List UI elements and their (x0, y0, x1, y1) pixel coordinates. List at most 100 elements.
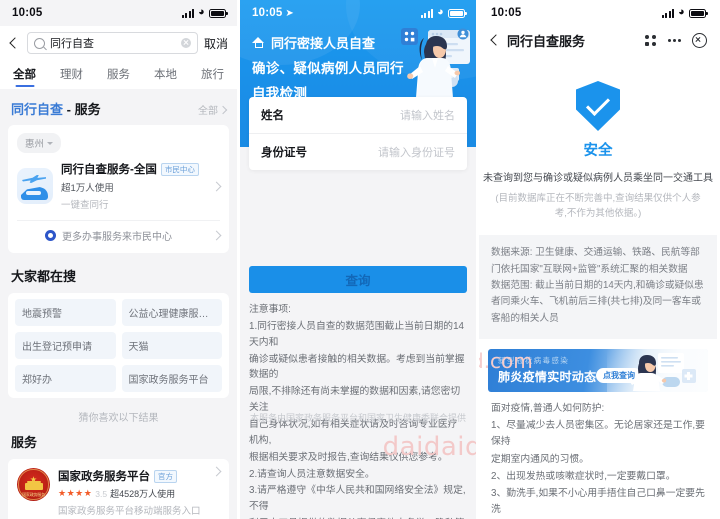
search-input[interactable]: 同行自查 (27, 32, 198, 54)
location-icon: ➤ (285, 7, 295, 19)
notice-line: 2.请查询人员注意数据安全。 (249, 468, 375, 480)
hot-chip[interactable]: 国家政务服务平台 (121, 365, 222, 392)
hot-chip[interactable]: 郑好办 (15, 365, 116, 392)
back-icon[interactable] (7, 36, 21, 50)
search-tabs: 全部 理财 服务 本地 旅行 (0, 61, 237, 89)
service-title: 同行自查服务-全国 (61, 164, 157, 176)
search-icon (34, 37, 45, 49)
service-card: 惠州 同行自查服务-全国 市民中心 超1万人使用 一键查同行 更多办事服务来市民… (8, 125, 229, 253)
city-label: 惠州 (25, 139, 45, 150)
tab-services[interactable]: 服务 (107, 62, 130, 89)
field-label-id: 身份证号 (261, 147, 307, 159)
search-body: 同行自查 取消 全部 理财 服务 本地 旅行 同行自查 - 服务 全部 惠州 同… (0, 26, 237, 519)
notice-line: 1.同行密接人员自查的数据范围截止当前日期的14天内和 (249, 320, 465, 348)
official-badge: 官方 (154, 469, 177, 483)
hot-chip[interactable]: 出生登记预申请 (15, 332, 116, 359)
scan-icon[interactable] (645, 34, 657, 47)
chevron-right-icon (218, 105, 228, 114)
chevron-right-icon (211, 181, 222, 191)
usage-count: 超4528万人使用 (110, 489, 176, 499)
shield-check-icon (576, 81, 620, 131)
more-services-row[interactable]: 更多办事服务来市民中心 (17, 220, 222, 249)
name-input[interactable]: 请输入姓名 (331, 107, 455, 123)
service-result-meta: 国家政务服务平台 官方 ★★★★ 3.5 超4528万人使用 国家政务服务平台移… (58, 468, 205, 519)
notice-line: 确诊或疑似患者接触的相关数据。考虑到当前掌握数据的 (249, 353, 465, 381)
section-header-service: 同行自查 - 服务 全部 (0, 89, 237, 125)
hot-chip[interactable]: 公益心理健康服务平台 (121, 299, 222, 326)
watermark: daidaid (382, 432, 476, 462)
back-icon[interactable] (488, 34, 502, 48)
prevention-tips: 面对疫情,普通人如何防护: 1、尽量减少去人员密集区。无论居家还是工作,要保持 … (479, 392, 717, 519)
field-name-row[interactable]: 姓名 请输入姓名 (249, 97, 467, 133)
hot-search-title: 大家都在搜 (11, 269, 77, 284)
hot-chip[interactable]: 地震预警 (15, 299, 116, 326)
service-result-name: 国家政务服务平台 (58, 471, 150, 483)
tab-local[interactable]: 本地 (154, 62, 177, 89)
status-icons: ◕ (661, 6, 708, 19)
tab-finance[interactable]: 理财 (60, 62, 83, 89)
emblem-gate (24, 480, 43, 490)
notice-title: 注意事项: (249, 304, 291, 315)
wifi-icon: ◕ (437, 5, 444, 18)
service-row[interactable]: 同行自查服务-全国 市民中心 超1万人使用 一键查同行 (17, 153, 222, 215)
chevron-right-icon (211, 466, 222, 477)
service-meta: 同行自查服务-全国 市民中心 超1万人使用 一键查同行 (61, 161, 205, 211)
id-number-input[interactable]: 请输入身份证号 (331, 144, 455, 160)
section-more-link[interactable]: 全部 (198, 102, 228, 117)
tip-line: 1、尽量减少去人员密集区。无论居家还是工作,要保持 (491, 420, 705, 448)
panel-result: 10:05 ◕ 同行自查服务 安全 未查询到您与确诊或疑似病例人员乘坐同一交通工… (479, 0, 717, 519)
provider-footer: 本服务由国家政务服务平台和国家卫生健康委联合提供 (249, 413, 466, 423)
service-title-row: 同行自查服务-全国 市民中心 (61, 161, 205, 177)
banner-illustration (630, 352, 696, 391)
star-icons: ★★★★ (58, 488, 93, 498)
section-title-keyword: 同行自查 (11, 102, 64, 117)
city-selector[interactable]: 惠州 (17, 133, 62, 153)
signal-icon (181, 8, 195, 18)
tab-travel[interactable]: 旅行 (201, 62, 224, 89)
hot-search-grid: 地震预警 公益心理健康服务平台 出生登记预申请 天猫 郑好办 国家政务服务平台 (8, 293, 229, 398)
chevron-right-icon (211, 230, 222, 241)
service-usage: 超1万人使用 (61, 183, 114, 194)
notice-block: 注意事项: 1.同行密接人员自查的数据范围截止当前日期的14天内和 确诊或疑似患… (240, 293, 476, 519)
search-bar: 同行自查 取消 (0, 26, 237, 61)
clear-icon[interactable] (180, 38, 191, 48)
field-label-name: 姓名 (261, 110, 284, 122)
guess-divider-label: 猜你喜欢以下结果 (78, 413, 159, 424)
service-result-card[interactable]: ★ 国家政务服务 国家政务服务平台 官方 ★★★★ 3.5 超4528万人使用 (8, 459, 229, 519)
field-id-row[interactable]: 身份证号 请输入身份证号 (249, 133, 467, 170)
train-shape (21, 187, 48, 200)
travel-icon (17, 168, 53, 204)
service-tagline: 一键查同行 (61, 200, 109, 211)
tip-line: 定期室内通风的习惯。 (491, 453, 589, 465)
national-emblem-icon: ★ 国家政务服务 (17, 468, 50, 501)
service-badge: 市民中心 (160, 162, 199, 176)
cancel-button[interactable]: 取消 (204, 35, 228, 52)
service-result-title-row: 国家政务服务平台 官方 (58, 468, 205, 484)
hot-chip[interactable]: 天猫 (121, 332, 222, 359)
tab-all[interactable]: 全部 (13, 62, 36, 89)
panel-search-results: 10:05 ◕ 同行自查 取消 全部 理财 服务 本地 旅行 同行自查 - 服务… (0, 0, 237, 519)
section-title-rest: - 服务 (63, 102, 101, 117)
panel-self-check-form: 10:05 ➤ ◕ 同行密接人员自查 确诊、疑似病例人员同行 自我检测 姓名 请… (240, 0, 476, 519)
data-info-block: 数据来源: 卫生健康、交通运输、铁路、民航等部门依托国家"互联网+监管"系统汇聚… (479, 235, 717, 339)
plane-shape (22, 175, 46, 183)
result-subtitle: 未查询到您与确诊或疑似病例人员乘坐同一交通工具 (483, 173, 713, 184)
screenshot-root: 10:05 ◕ 同行自查 取消 全部 理财 服务 本地 旅行 同行自查 - 服务… (0, 0, 720, 519)
more-icon[interactable] (668, 39, 681, 42)
tip-line: 2、出现发热或咳嗽症状时,一定要戴口罩。 (491, 470, 676, 482)
close-icon[interactable] (692, 33, 707, 48)
battery-icon (209, 8, 228, 18)
notice-line: 3.请严格遵守《中华人民共和国网络安全法》规定,不得 (249, 485, 466, 513)
data-source-line: 数据来源: 卫生健康、交通运输、铁路、民航等部门依托国家"互联网+监管"系统汇聚… (491, 247, 700, 275)
result-status: 安全 (583, 143, 613, 159)
service-result-desc: 国家政务服务平台移动端服务入口 (58, 506, 201, 517)
status-time: 10:05 (491, 7, 522, 19)
hero-line-1: 同行密接人员自查 (252, 33, 464, 52)
header-left: 同行自查服务 (488, 31, 585, 50)
status-bar-right: 10:05 ◕ (479, 0, 717, 26)
query-button[interactable]: 查询 (249, 266, 467, 293)
signal-icon (661, 8, 675, 18)
home-icon[interactable] (252, 37, 265, 48)
battery-icon (448, 8, 467, 18)
status-time: 10:05 (12, 7, 43, 19)
